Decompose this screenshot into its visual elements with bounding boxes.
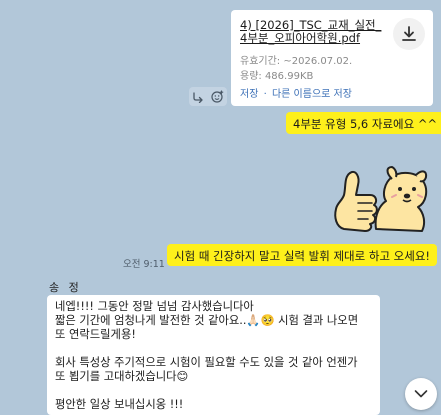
message-timestamp: 오전 9:11 (123, 259, 165, 270)
message-tools (189, 87, 227, 106)
thumbs-up-dog-sticker[interactable] (330, 157, 430, 237)
share-icon (193, 91, 203, 103)
save-link[interactable]: 저장 (240, 89, 258, 100)
chevron-down-icon (414, 390, 428, 398)
add-reaction-button[interactable] (211, 90, 224, 103)
share-button[interactable] (192, 91, 204, 103)
message-line (55, 342, 372, 356)
add-reaction-icon (211, 90, 223, 103)
message-line: 또 뵙기를 고대하겠습니다😊 (55, 370, 189, 383)
message-line (55, 384, 372, 398)
save-as-link[interactable]: 다른 이름으로 저장 (272, 89, 352, 100)
message-line: 평안한 일상 보내십시옹 !!! (55, 398, 184, 411)
file-size: 용량: 486.99KB (240, 71, 314, 82)
file-actions: 저장 · 다른 이름으로 저장 (240, 85, 354, 100)
my-message-bubble[interactable]: 4부분 유형 5,6 자료에요 ^^ (286, 112, 441, 134)
download-icon (402, 26, 416, 41)
incoming-message-bubble[interactable]: 네엡!!!! 그동안 정말 넘넘 감사했습니다아 짧은 기간에 엄청나게 발전한… (47, 295, 380, 415)
message-line: 회사 특성상 주기적으로 시험이 필요할 수도 있을 것 같아 언젠가 (55, 356, 358, 369)
message-line: 또 연락드릴게용! (55, 328, 136, 341)
separator: · (263, 89, 267, 100)
sender-name: 송 정 (49, 281, 82, 294)
file-name-link[interactable]: 4) [2026]_TSC_교재_실전_ 4부분_오피아어학원.pdf (240, 19, 390, 45)
scroll-to-bottom-button[interactable] (405, 378, 437, 410)
file-expiry: 유효기간: ~2026.07.02. (240, 56, 353, 67)
message-line: 네엡!!!! 그동안 정말 넘넘 감사했습니다아 (55, 300, 254, 313)
download-button[interactable] (393, 18, 425, 50)
message-line: 짧은 기간에 엄청나게 발전한 것 같아요..🙏🏻🥺 시험 결과 나오면 (55, 314, 359, 327)
my-message-bubble[interactable]: 시험 때 긴장하지 말고 실력 발휘 제대로 하고 오세요! (167, 244, 438, 266)
file-message-card[interactable]: 4) [2026]_TSC_교재_실전_ 4부분_오피아어학원.pdf 유효기간… (231, 10, 433, 106)
